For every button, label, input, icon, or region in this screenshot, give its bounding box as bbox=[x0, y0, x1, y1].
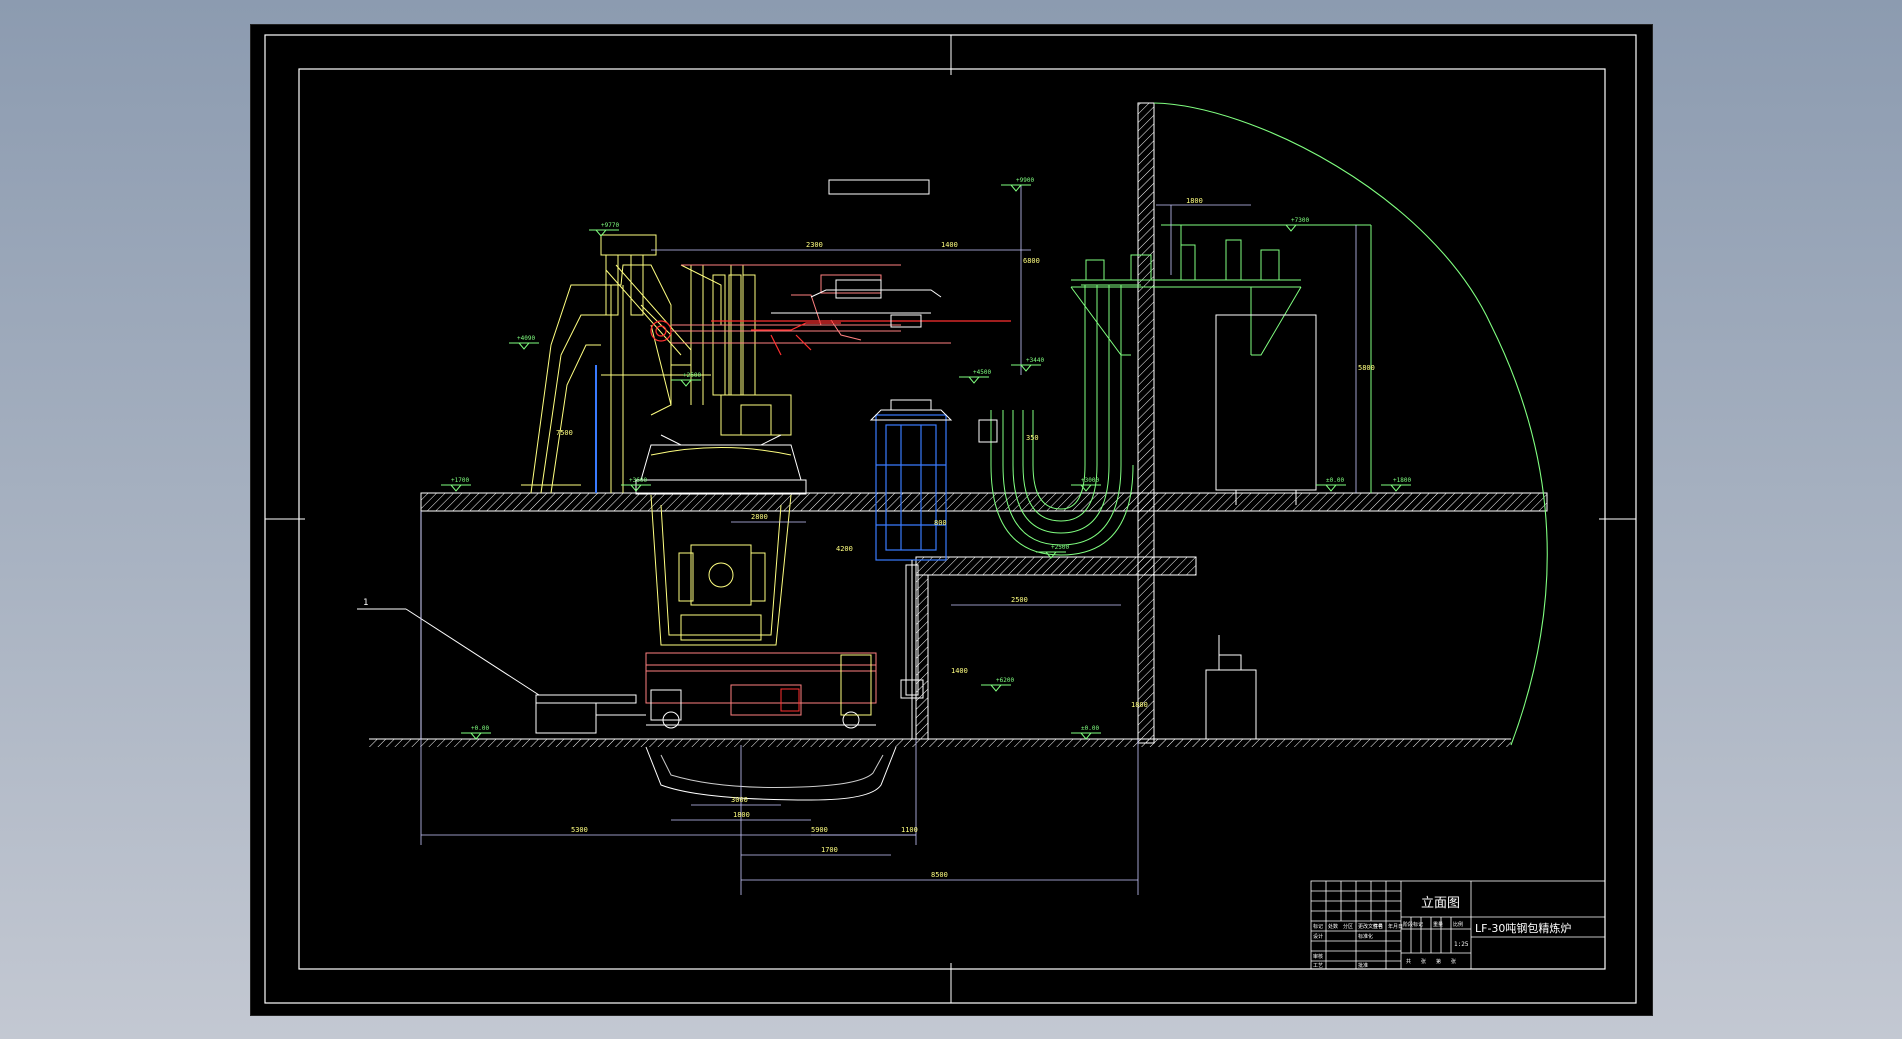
elevation-label: ±0.00 bbox=[1326, 477, 1344, 484]
elevation-label: +3000 bbox=[1081, 477, 1099, 484]
dim-label: 3000 bbox=[731, 796, 748, 804]
tb-sheet-1: 张 bbox=[1421, 958, 1426, 965]
dim-label: 6800 bbox=[1023, 257, 1040, 265]
outer-frame bbox=[264, 34, 1637, 1004]
tb-stage-1: 重量 bbox=[1433, 921, 1443, 928]
elevation-label: +4500 bbox=[973, 369, 991, 376]
elevation-label: +1700 bbox=[451, 477, 469, 484]
dim-label: 5900 bbox=[811, 826, 828, 834]
callout-number: 1 bbox=[363, 598, 368, 608]
arm-bracket bbox=[771, 279, 942, 328]
elevation-label: +4090 bbox=[517, 335, 535, 342]
transfer-pit bbox=[645, 746, 897, 801]
dim-label: 1800 bbox=[733, 811, 750, 819]
lifting-column-head bbox=[869, 399, 953, 421]
building-column bbox=[1137, 102, 1155, 744]
product-title: LF-30吨钢包精炼炉 bbox=[1475, 921, 1571, 935]
elevation-label: +9900 bbox=[1016, 177, 1034, 184]
elevation-label: +2600 bbox=[683, 372, 701, 379]
electrode-mast bbox=[712, 274, 792, 436]
elevation-label: +0.00 bbox=[471, 725, 489, 732]
dim-label: 350 bbox=[1026, 434, 1039, 442]
tb-row3-col0: 审核 bbox=[1313, 953, 1323, 960]
hood bbox=[828, 179, 930, 195]
scale-value: 1:25 bbox=[1454, 941, 1469, 948]
elevation-label: +6200 bbox=[996, 677, 1014, 684]
tb-row4-col1: 批准 bbox=[1358, 962, 1368, 969]
dim-label: 4200 bbox=[836, 545, 853, 553]
elevation-label: +3440 bbox=[1026, 357, 1044, 364]
elevation-label: +9770 bbox=[601, 222, 619, 229]
dim-label: 5300 bbox=[571, 826, 588, 834]
feeding-gantry bbox=[521, 234, 744, 494]
dim-label: 1100 bbox=[901, 826, 918, 834]
dim-label: 1700 bbox=[821, 846, 838, 854]
transformer bbox=[1215, 314, 1317, 505]
ground-hatch bbox=[369, 739, 1511, 747]
rail-track bbox=[535, 694, 646, 734]
cable-clamp bbox=[978, 419, 998, 443]
dim-label: 2300 bbox=[806, 241, 823, 249]
dim-label: 5800 bbox=[1358, 364, 1375, 372]
roof-arc bbox=[1153, 102, 1548, 746]
floor-slab bbox=[420, 492, 1548, 512]
dim-label: 2800 bbox=[751, 513, 768, 521]
elevation-drawing: 1 2300 1400 6800 5800 1800 2800 2500 300… bbox=[264, 34, 1637, 1004]
red-hydraulics bbox=[650, 320, 1011, 356]
tb-stage-2: 比例 bbox=[1453, 921, 1463, 928]
tb-stage-0: 阶段标记 bbox=[1403, 921, 1423, 928]
elevation-label: +2500 bbox=[1051, 544, 1069, 551]
transformer-hoist bbox=[1161, 224, 1372, 493]
ladle-car bbox=[645, 652, 877, 729]
tb-sheet-0: 共 bbox=[1406, 958, 1411, 965]
tb-row1-col4: 签名 bbox=[1373, 923, 1383, 930]
tb-row2-col0: 设计 bbox=[1313, 933, 1323, 940]
dim-label: 1400 bbox=[941, 241, 958, 249]
furnace-roof bbox=[635, 434, 807, 495]
tb-row1-col1: 处数 bbox=[1328, 923, 1338, 930]
dim-label: 800 bbox=[934, 519, 947, 527]
cad-viewport[interactable]: 1 2300 1400 6800 5800 1800 2800 2500 300… bbox=[250, 24, 1653, 1016]
cable-loop bbox=[990, 284, 1141, 556]
tb-row1-col5: 年月日 bbox=[1388, 923, 1403, 930]
dim-label: 7500 bbox=[556, 429, 573, 437]
tb-sheet-3: 张 bbox=[1451, 958, 1456, 965]
elevation-label: +1800 bbox=[1393, 477, 1411, 484]
elevation-label: +3600 bbox=[629, 477, 647, 484]
transformer-platform bbox=[1070, 239, 1302, 356]
tb-row1-col0: 标记 bbox=[1313, 923, 1323, 930]
furnace-body bbox=[650, 494, 792, 646]
lifting-column bbox=[875, 414, 947, 561]
dim-label: 8500 bbox=[931, 871, 948, 879]
dim-label: 1800 bbox=[1186, 197, 1203, 205]
dim-label: 1400 bbox=[951, 667, 968, 675]
tb-row1-col2: 分区 bbox=[1343, 923, 1353, 930]
callout-leader-diag bbox=[405, 608, 540, 696]
transfer-pit-inner bbox=[660, 754, 884, 788]
elevation-label: ±0.00 bbox=[1081, 725, 1099, 732]
dim-label: 2500 bbox=[1011, 596, 1028, 604]
tb-row4-col0: 工艺 bbox=[1313, 963, 1323, 969]
inner-frame bbox=[298, 68, 1606, 970]
control-box bbox=[1205, 635, 1257, 740]
dim-label: 1800 bbox=[1131, 701, 1148, 709]
title-block-labels: 标记 处数 分区 更改文件号 签名 年月日 设计 标准化 审核 工艺 批准 阶段… bbox=[1313, 921, 1463, 969]
tb-row2-col1: 标准化 bbox=[1358, 933, 1373, 940]
dimension-lines bbox=[420, 185, 1357, 895]
ladle-car-motor bbox=[780, 688, 800, 712]
tb-sheet-2: 第 bbox=[1436, 958, 1441, 965]
elevation-label: +7300 bbox=[1291, 217, 1309, 224]
view-title: 立面图 bbox=[1421, 896, 1460, 911]
